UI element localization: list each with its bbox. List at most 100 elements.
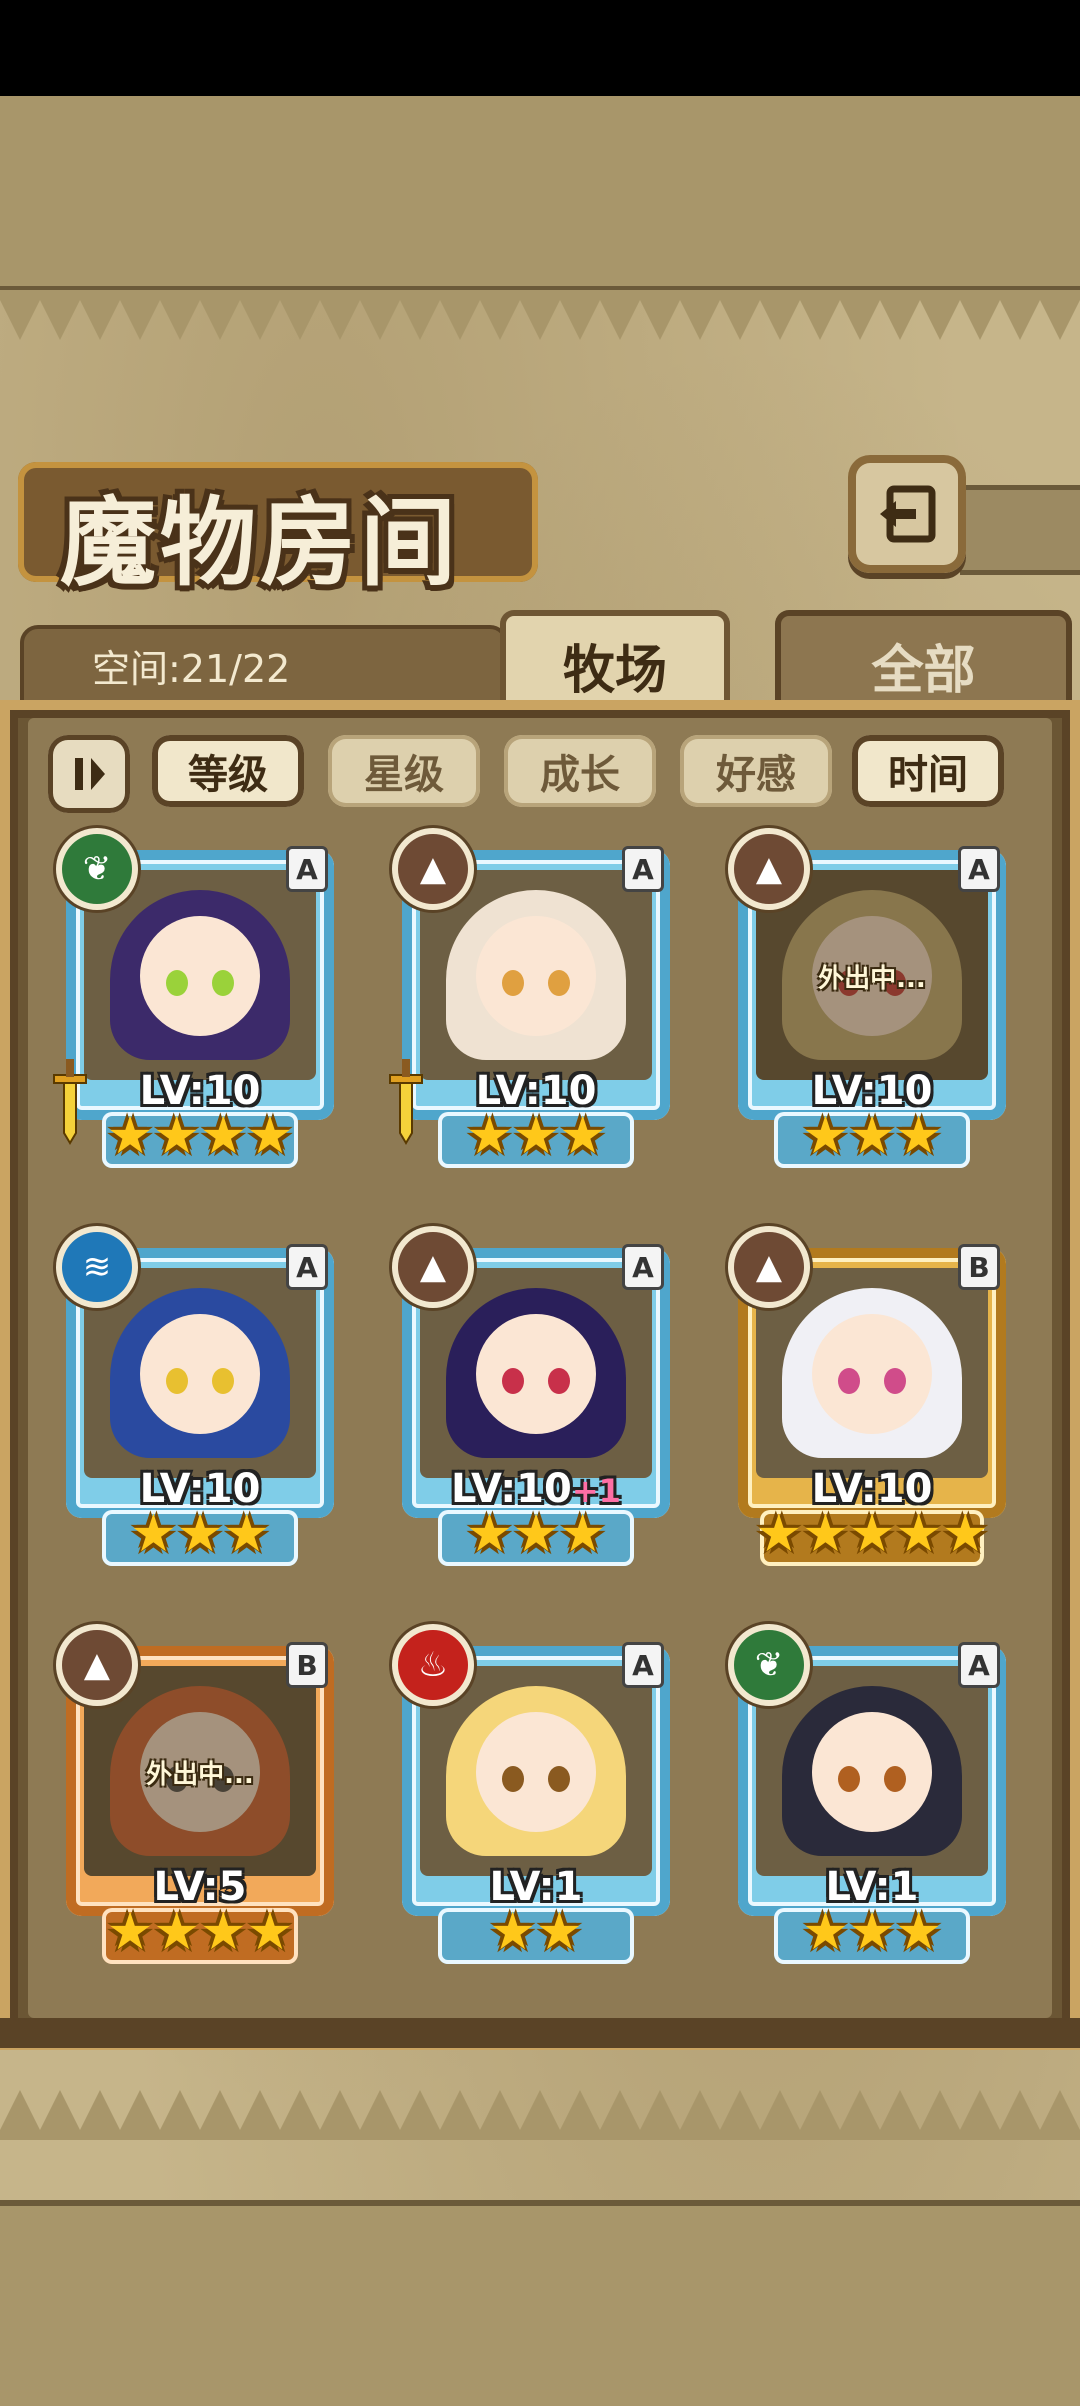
monster-portrait bbox=[84, 1268, 316, 1478]
star-icon: ★ bbox=[895, 1106, 942, 1166]
monster-card[interactable]: 外出中... ▲ A LV:10 ★★★ bbox=[724, 830, 1020, 1170]
rank-badge: A bbox=[622, 1244, 664, 1290]
page-title: 魔物房间 bbox=[60, 486, 460, 599]
monster-card[interactable]: ▲ B LV:10 ★★★★★ bbox=[724, 1228, 1020, 1568]
monster-card[interactable]: ❦ A LV:1 ★★★ bbox=[724, 1626, 1020, 1966]
portrait-eye bbox=[884, 1368, 906, 1394]
away-status-label: 外出中... bbox=[818, 964, 926, 994]
monster-card[interactable]: ≋ A LV:10 ★★★ bbox=[52, 1228, 348, 1568]
portrait-eye bbox=[502, 1368, 524, 1394]
portrait-eye bbox=[884, 1766, 906, 1792]
star-icon: ★ bbox=[802, 1504, 849, 1564]
star-icon: ★ bbox=[536, 1902, 583, 1962]
leaf-element-icon: ❦ bbox=[62, 834, 132, 904]
earth-element-icon: ▲ bbox=[398, 1232, 468, 1302]
star-icon: ★ bbox=[130, 1504, 177, 1564]
portrait-eye bbox=[502, 1766, 524, 1792]
star-rating: ★★★★★ bbox=[724, 1508, 1020, 1560]
star-icon: ★ bbox=[895, 1902, 942, 1962]
monster-portrait bbox=[84, 870, 316, 1080]
rank-badge: A bbox=[286, 846, 328, 892]
portrait-eye bbox=[166, 1368, 188, 1394]
star-rating: ★★★ bbox=[388, 1508, 684, 1560]
return-arrow-icon bbox=[880, 485, 936, 543]
back-button[interactable] bbox=[848, 455, 966, 573]
filter-star[interactable]: 星级 bbox=[328, 735, 480, 807]
rank-badge: A bbox=[286, 1244, 328, 1290]
monster-portrait bbox=[420, 870, 652, 1080]
rank-badge: A bbox=[958, 846, 1000, 892]
tab-ranch[interactable]: 牧场 bbox=[500, 610, 730, 714]
star-icon: ★ bbox=[176, 1504, 224, 1564]
earth-element-icon: ▲ bbox=[62, 1630, 132, 1700]
star-icon: ★ bbox=[200, 1902, 247, 1962]
panel-bottom-edge bbox=[0, 2018, 1080, 2048]
star-icon: ★ bbox=[106, 1902, 154, 1962]
filter-affection[interactable]: 好感 bbox=[680, 735, 832, 807]
filter-growth[interactable]: 成长 bbox=[504, 735, 656, 807]
portrait-eye bbox=[548, 1766, 570, 1792]
monster-card[interactable]: 外出中... ▲ B LV:5 ★★★★ bbox=[52, 1626, 348, 1966]
earth-element-icon: ▲ bbox=[398, 834, 468, 904]
star-icon: ★ bbox=[466, 1504, 513, 1564]
earth-element-icon: ▲ bbox=[734, 834, 804, 904]
star-rating: ★★★ bbox=[388, 1110, 684, 1162]
star-icon: ★ bbox=[941, 1504, 989, 1564]
star-icon: ★ bbox=[802, 1106, 849, 1166]
rank-badge: B bbox=[958, 1244, 1000, 1290]
star-icon: ★ bbox=[489, 1902, 536, 1962]
away-status-label: 外出中... bbox=[146, 1760, 254, 1790]
star-icon: ★ bbox=[223, 1504, 270, 1564]
star-icon: ★ bbox=[512, 1106, 560, 1166]
sort-order-icon bbox=[75, 758, 105, 790]
filter-time[interactable]: 时间 bbox=[852, 735, 1004, 807]
star-rating: ★★★ bbox=[52, 1508, 348, 1560]
star-icon: ★ bbox=[512, 1504, 560, 1564]
fire-element-icon: ♨ bbox=[398, 1630, 468, 1700]
portrait-eye bbox=[212, 970, 234, 996]
top-zigzag-border bbox=[0, 290, 1080, 340]
star-icon: ★ bbox=[466, 1106, 513, 1166]
monster-portrait bbox=[756, 1268, 988, 1478]
star-rating: ★★★★ bbox=[52, 1110, 348, 1162]
portrait-eye bbox=[502, 970, 524, 996]
portrait-eye bbox=[548, 970, 570, 996]
star-icon: ★ bbox=[848, 1106, 896, 1166]
map-header-strip bbox=[0, 96, 1080, 292]
rank-badge: B bbox=[286, 1642, 328, 1688]
star-icon: ★ bbox=[848, 1504, 896, 1564]
star-icon: ★ bbox=[106, 1106, 154, 1166]
star-icon: ★ bbox=[246, 1902, 294, 1962]
water-element-icon: ≋ bbox=[62, 1232, 132, 1302]
portrait-face bbox=[812, 1712, 932, 1832]
star-rating: ★★★ bbox=[724, 1110, 1020, 1162]
monster-card[interactable]: ▲ A LV:10 ★★★ bbox=[388, 830, 684, 1170]
filter-level[interactable]: 等级 bbox=[152, 735, 304, 807]
monster-portrait bbox=[756, 1666, 988, 1876]
star-icon: ★ bbox=[848, 1902, 896, 1962]
star-icon: ★ bbox=[559, 1504, 606, 1564]
monster-portrait bbox=[420, 1268, 652, 1478]
star-rating: ★★★★ bbox=[52, 1906, 348, 1958]
star-icon: ★ bbox=[559, 1106, 606, 1166]
rank-badge: A bbox=[622, 846, 664, 892]
star-icon: ★ bbox=[802, 1902, 849, 1962]
portrait-eye bbox=[838, 1766, 860, 1792]
sort-order-toggle[interactable] bbox=[48, 735, 130, 813]
portrait-face bbox=[476, 1712, 596, 1832]
star-rating: ★★★ bbox=[724, 1906, 1020, 1958]
space-capacity-label: 空间:21/22 bbox=[92, 647, 291, 691]
status-bar bbox=[0, 0, 1080, 96]
portrait-face bbox=[140, 1314, 260, 1434]
bottom-zigzag-border bbox=[0, 2090, 1080, 2140]
monster-card[interactable]: ❦ A LV:10 ★★★★ bbox=[52, 830, 348, 1170]
tab-all[interactable]: 全部 bbox=[775, 610, 1072, 714]
monster-card[interactable]: ♨ A LV:1 ★★ bbox=[388, 1626, 684, 1966]
rank-badge: A bbox=[958, 1642, 1000, 1688]
monster-portrait bbox=[420, 1666, 652, 1876]
star-icon: ★ bbox=[153, 1106, 200, 1166]
back-button-rail bbox=[960, 485, 1080, 575]
monster-card[interactable]: ▲ A LV:10+1 ★★★ bbox=[388, 1228, 684, 1568]
portrait-eye bbox=[166, 970, 188, 996]
star-icon: ★ bbox=[200, 1106, 247, 1166]
